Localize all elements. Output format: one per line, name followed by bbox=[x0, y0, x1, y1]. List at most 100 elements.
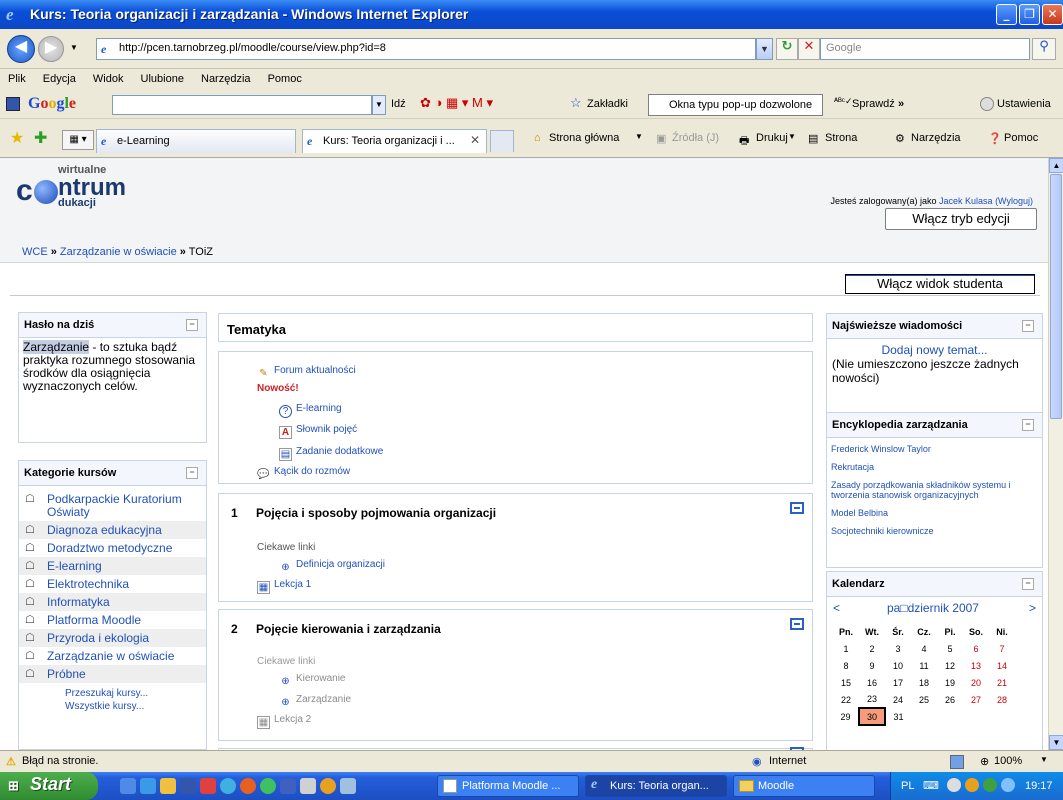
lesson-link[interactable]: ▦ Lekcja 2 bbox=[257, 714, 311, 729]
resource-link[interactable]: ⊕ Kierowanie bbox=[279, 673, 345, 689]
quicklaunch-icon[interactable] bbox=[220, 778, 236, 794]
encyclopedia-link[interactable]: Model Belbina bbox=[827, 505, 1042, 523]
address-bar[interactable]: e http://pcen.tarnobrzeg.pl/moodle/cours… bbox=[96, 38, 756, 60]
calendar-day[interactable]: 25 bbox=[911, 691, 937, 708]
minimize-button[interactable]: _ bbox=[996, 4, 1017, 25]
google-tools-icons[interactable]: ✿ ◑ ▦ ▾ M ▾ bbox=[420, 95, 493, 111]
stop-icon[interactable]: ✕ bbox=[798, 38, 820, 60]
calendar-day[interactable]: 9 bbox=[859, 657, 885, 674]
tab-elearning[interactable]: e e-Learning bbox=[96, 129, 296, 153]
zoom-dropdown-icon[interactable]: ▼ bbox=[1040, 755, 1048, 764]
calendar-day[interactable]: 5 bbox=[937, 640, 963, 657]
add-favorite-icon[interactable]: ✚ bbox=[34, 128, 47, 148]
quicklaunch-icon[interactable] bbox=[260, 778, 276, 794]
feeds-button[interactable]: Źródła (J) bbox=[672, 132, 719, 144]
new-tab-button[interactable] bbox=[490, 130, 514, 152]
keyboard-icon[interactable]: ⌨ bbox=[923, 779, 939, 792]
lesson-link[interactable]: ▦ Lekcja 1 bbox=[257, 579, 311, 594]
resource-link[interactable]: ⊕ Definicja organizacji bbox=[279, 559, 385, 575]
tray-icon[interactable] bbox=[947, 778, 961, 792]
calendar-day[interactable]: 12 bbox=[937, 657, 963, 674]
help-menu-button[interactable]: Pomoc bbox=[1004, 132, 1038, 144]
zoom-level[interactable]: 100% bbox=[994, 755, 1022, 767]
menu-file[interactable]: Plik bbox=[0, 69, 33, 85]
collapse-icon[interactable]: − bbox=[186, 467, 198, 479]
quicklaunch-icon[interactable] bbox=[340, 778, 356, 794]
calendar-day[interactable]: 30 bbox=[858, 707, 886, 726]
collapse-icon[interactable]: − bbox=[186, 319, 198, 331]
calendar-day[interactable]: 28 bbox=[989, 691, 1015, 708]
calendar-day[interactable]: 19 bbox=[937, 674, 963, 691]
refresh-icon[interactable]: ↻ bbox=[776, 38, 798, 60]
add-topic-link[interactable]: Dodaj nowy temat... bbox=[827, 339, 1042, 357]
quicklaunch-icon[interactable] bbox=[160, 778, 176, 794]
calendar-day[interactable]: 6 bbox=[963, 640, 989, 657]
calendar-day[interactable]: 17 bbox=[885, 674, 911, 691]
tab-course[interactable]: e Kurs: Teoria organizacji i ... ✕ bbox=[302, 129, 487, 153]
calendar-day[interactable]: 31 bbox=[885, 708, 911, 725]
calendar-day[interactable]: 4 bbox=[911, 640, 937, 657]
print-dropdown-icon[interactable]: ▼ bbox=[788, 132, 796, 141]
spellcheck-button[interactable]: Sprawdź bbox=[852, 98, 895, 110]
scroll-down-icon[interactable]: ▼ bbox=[1049, 735, 1063, 750]
quicklaunch-ie-icon[interactable] bbox=[140, 778, 156, 794]
maximize-button[interactable]: ❐ bbox=[1019, 4, 1040, 25]
category-item[interactable]: ☖ Próbne bbox=[19, 665, 206, 683]
clock[interactable]: 19:17 bbox=[1025, 780, 1053, 792]
menu-edit[interactable]: Edycja bbox=[36, 69, 83, 85]
calendar-day[interactable]: 1 bbox=[833, 640, 859, 657]
scroll-thumb[interactable] bbox=[1050, 174, 1062, 419]
tray-icon[interactable] bbox=[983, 778, 997, 792]
collapse-icon[interactable]: − bbox=[1022, 578, 1034, 590]
calendar-day[interactable]: 20 bbox=[963, 674, 989, 691]
scroll-up-icon[interactable]: ▲ bbox=[1049, 158, 1063, 173]
google-dropdown-icon[interactable]: ▼ bbox=[372, 95, 386, 115]
collapse-icon[interactable]: − bbox=[1022, 419, 1034, 431]
quicklaunch-icon[interactable] bbox=[280, 778, 296, 794]
calendar-day[interactable]: 2 bbox=[859, 640, 885, 657]
more-button[interactable]: » bbox=[898, 98, 904, 110]
calendar-day[interactable]: 13 bbox=[963, 657, 989, 674]
calendar-day[interactable]: 15 bbox=[833, 674, 859, 691]
site-logo[interactable]: wirtualne c ntrum dukacji bbox=[16, 164, 146, 216]
search-input[interactable]: Google bbox=[820, 38, 1030, 60]
category-item[interactable]: ☖ Przyroda i ekologia bbox=[19, 629, 206, 647]
breadcrumb-category[interactable]: Zarządzanie w oświacie bbox=[60, 246, 177, 258]
status-error-text[interactable]: Błąd na stronie. bbox=[22, 755, 98, 767]
collapse-icon[interactable]: − bbox=[1022, 320, 1034, 332]
tray-icon[interactable] bbox=[1001, 778, 1015, 792]
calendar-day[interactable]: 22 bbox=[833, 691, 859, 708]
calendar-prev[interactable]: < bbox=[833, 601, 840, 615]
menu-favorites[interactable]: Ulubione bbox=[134, 69, 191, 85]
calendar-next[interactable]: > bbox=[1029, 601, 1036, 615]
bookmarks-button[interactable]: Zakładki bbox=[587, 98, 628, 110]
calendar-month[interactable]: pa□dziernik 2007 bbox=[887, 601, 979, 615]
calendar-day[interactable]: 23 bbox=[859, 691, 885, 708]
category-item[interactable]: ☖ E-learning bbox=[19, 557, 206, 575]
quick-tabs-icon[interactable]: ▦ ▾ bbox=[62, 130, 94, 150]
calendar-day[interactable]: 11 bbox=[911, 657, 937, 674]
task-moodle-folder[interactable]: Moodle bbox=[733, 775, 875, 797]
category-item[interactable]: ☖ Platforma Moodle bbox=[19, 611, 206, 629]
calendar-day[interactable]: 26 bbox=[937, 691, 963, 708]
menu-help[interactable]: Pomoc bbox=[261, 69, 309, 85]
category-item[interactable]: ☖ Diagnoza edukacyjna bbox=[19, 521, 206, 539]
address-dropdown-icon[interactable]: ▼ bbox=[756, 38, 773, 60]
quicklaunch-icon[interactable] bbox=[240, 778, 256, 794]
calendar-day[interactable]: 18 bbox=[911, 674, 937, 691]
bookmark-star-icon[interactable]: ☆ bbox=[570, 95, 582, 111]
student-view-button[interactable]: Włącz widok studenta bbox=[845, 274, 1035, 294]
calendar-day[interactable]: 3 bbox=[885, 640, 911, 657]
calendar-day[interactable]: 24 bbox=[885, 691, 911, 708]
encyclopedia-link[interactable]: Zasady porządkowania składników systemu … bbox=[827, 477, 1042, 505]
encyclopedia-link[interactable]: Socjotechniki kierownicze bbox=[827, 523, 1042, 541]
forward-button[interactable]: ▶ bbox=[38, 36, 64, 62]
calendar-day[interactable]: 21 bbox=[989, 674, 1015, 691]
quicklaunch-icon[interactable] bbox=[320, 778, 336, 794]
popup-allowed-button[interactable]: Okna typu pop-up dozwolone bbox=[648, 94, 823, 116]
google-search-input[interactable] bbox=[112, 95, 372, 115]
all-courses-link[interactable]: Wszystkie kursy... bbox=[65, 700, 206, 713]
category-item[interactable]: ☖ Zarządzanie w oświacie bbox=[19, 647, 206, 665]
forum-link[interactable]: ✎ Forum aktualności bbox=[257, 365, 355, 381]
quicklaunch-icon[interactable] bbox=[300, 778, 316, 794]
